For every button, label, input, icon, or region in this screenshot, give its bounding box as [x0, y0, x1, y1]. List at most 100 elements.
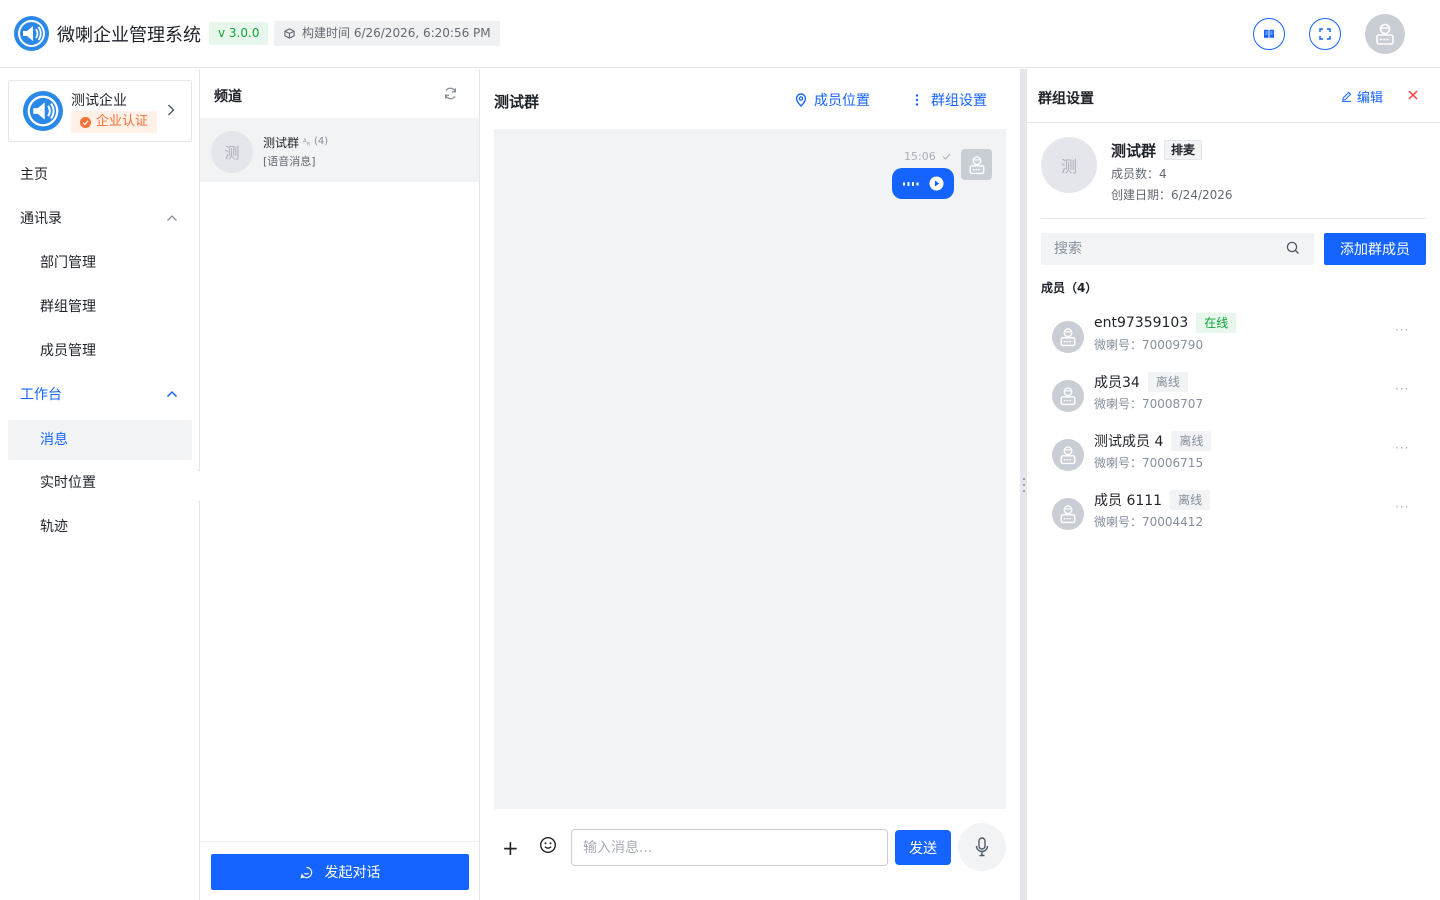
more-horizontal-icon[interactable]: ··· — [1395, 382, 1409, 396]
app-title: 微喇企业管理系统 — [57, 25, 201, 46]
voice-record-button[interactable] — [958, 823, 1006, 871]
menu-messages[interactable]: 消息 — [8, 420, 192, 460]
group-tag: 排麦 — [1164, 140, 1203, 160]
chat-title: 测试群 — [494, 93, 540, 111]
group-settings-button[interactable]: 群组设置 — [915, 90, 987, 110]
member-avatar — [1052, 439, 1084, 471]
menu-members[interactable]: 成员管理 — [8, 331, 192, 371]
member-name: 成员34 — [1094, 375, 1140, 391]
status-badge: 在线 — [1196, 313, 1237, 333]
member-id: 微喇号：70009790 — [1094, 338, 1204, 352]
menu-tracks[interactable]: 轨迹 — [8, 507, 192, 547]
channel-last-message: [语音消息] — [263, 155, 316, 168]
message-area[interactable]: 15:06 — [494, 129, 1006, 809]
user-avatar[interactable] — [1365, 14, 1405, 54]
group-settings-panel: 群组设置 编辑 测 测试群 排麦 成员数：4 创建日期：6/24/2026 添加… — [1027, 69, 1440, 900]
close-icon[interactable] — [1407, 89, 1419, 101]
send-button[interactable]: 发送 — [895, 830, 951, 865]
svg-text:R: R — [307, 142, 310, 146]
member-row[interactable]: 成员34 离线 微喇号：70008707 ··· — [1041, 372, 1426, 428]
menu-location[interactable]: 实时位置 — [8, 463, 192, 503]
chevron-up-icon — [166, 214, 178, 222]
member-avatar — [1052, 380, 1084, 412]
status-badge: 离线 — [1147, 372, 1188, 392]
channel-list-panel: 频道 测 测试群 AR (4) [语音消息] 发起对话 — [200, 69, 480, 900]
member-id: 微喇号：70004412 — [1094, 515, 1204, 529]
top-header: 微喇企业管理系统 v 3.0.0 构建时间 6/26/2026, 6:20:56… — [0, 0, 1440, 68]
channel-list-title: 频道 — [214, 89, 242, 105]
more-horizontal-icon[interactable]: ··· — [1395, 323, 1409, 337]
member-name-line: ent97359103 在线 — [1094, 313, 1237, 333]
member-name: 成员 6111 — [1094, 493, 1163, 509]
user-robot-icon — [1372, 21, 1398, 47]
user-robot-icon — [1057, 503, 1079, 525]
member-row[interactable]: 测试成员 4 离线 微喇号：70006715 ··· — [1041, 431, 1426, 487]
status-badge: 离线 — [1171, 431, 1212, 451]
member-row[interactable]: 成员 6111 离线 微喇号：70004412 ··· — [1041, 490, 1426, 546]
emoji-icon[interactable] — [539, 836, 557, 854]
chevron-right-icon — [167, 103, 175, 117]
menu-workbench[interactable]: 工作台 — [8, 375, 192, 415]
start-conversation-button[interactable]: 发起对话 — [211, 854, 469, 890]
divider — [1041, 218, 1426, 219]
user-robot-icon — [1057, 385, 1079, 407]
enterprise-logo-icon — [23, 91, 63, 131]
chat-panel: 测试群 成员位置 群组设置 15:06 + 输入消息... 发送 — [480, 69, 1020, 900]
voice-wave-icon — [902, 180, 919, 188]
more-vertical-icon — [915, 94, 919, 106]
fullscreen-icon — [1318, 27, 1332, 41]
attach-plus-button[interactable]: + — [502, 836, 519, 860]
chevron-up-icon — [166, 390, 178, 398]
microphone-icon — [975, 837, 989, 857]
divider — [1027, 122, 1440, 123]
message-input[interactable] — [571, 829, 888, 866]
menu-home[interactable]: 主页 — [8, 155, 192, 195]
status-badge: 离线 — [1170, 490, 1211, 510]
check-circle-icon — [80, 116, 91, 128]
menu-groups[interactable]: 群组管理 — [8, 287, 192, 327]
more-horizontal-icon[interactable]: ··· — [1395, 441, 1409, 455]
cube-icon — [284, 28, 295, 39]
menu-dept[interactable]: 部门管理 — [8, 243, 192, 283]
sidebar: 测试企业 企业认证 主页 通讯录 部门管理 群组管理 成员管理 工作台 消息 实… — [0, 69, 200, 900]
refresh-icon[interactable] — [443, 86, 458, 101]
play-icon[interactable] — [928, 176, 944, 191]
group-member-count: 成员数：4 — [1111, 167, 1167, 181]
member-avatar — [1052, 498, 1084, 530]
book-icon — [1262, 27, 1276, 41]
version-badge: v 3.0.0 — [209, 22, 269, 45]
build-time-badge: 构建时间 6/26/2026, 6:20:56 PM — [274, 21, 500, 46]
channel-item[interactable]: 测 测试群 AR (4) [语音消息] — [200, 118, 479, 182]
certified-badge-text: 企业认证 — [96, 114, 149, 129]
member-name: 测试成员 4 — [1094, 434, 1164, 450]
user-robot-icon — [1057, 444, 1079, 466]
group-settings-label: 群组设置 — [931, 93, 987, 109]
enterprise-card[interactable]: 测试企业 企业认证 — [8, 80, 192, 142]
voice-message-bubble[interactable] — [892, 168, 954, 199]
menu-contacts-label: 通讯录 — [20, 211, 62, 227]
start-conversation-label: 发起对话 — [324, 865, 381, 881]
channel-member-count: AR (4) — [303, 136, 328, 147]
splitter-grip-icon — [1021, 478, 1026, 492]
members-section-title: 成员（4） — [1041, 281, 1098, 295]
add-member-button[interactable]: 添加群成员 — [1324, 233, 1426, 265]
docs-button[interactable] — [1253, 18, 1285, 50]
channel-name: 测试群 — [263, 136, 300, 150]
member-location-button[interactable]: 成员位置 — [795, 90, 870, 110]
edit-button[interactable]: 编辑 — [1341, 87, 1383, 106]
member-location-label: 成员位置 — [814, 93, 870, 109]
member-search-input[interactable] — [1041, 233, 1314, 265]
panel-title: 群组设置 — [1038, 91, 1094, 107]
location-pin-icon — [795, 93, 807, 107]
member-row[interactable]: ent97359103 在线 微喇号：70009790 ··· — [1041, 313, 1426, 369]
more-horizontal-icon[interactable]: ··· — [1395, 500, 1409, 514]
build-time-text: 构建时间 6/26/2026, 6:20:56 PM — [302, 26, 491, 40]
fullscreen-button[interactable] — [1309, 18, 1341, 50]
edit-label: 编辑 — [1357, 91, 1384, 106]
message-time: 15:06 — [904, 150, 951, 163]
app-logo-icon — [14, 16, 49, 51]
member-name-line: 成员 6111 离线 — [1094, 490, 1211, 510]
group-created-date: 创建日期：6/24/2026 — [1111, 188, 1233, 202]
member-name-line: 成员34 离线 — [1094, 372, 1188, 392]
menu-contacts[interactable]: 通讯录 — [8, 199, 192, 239]
